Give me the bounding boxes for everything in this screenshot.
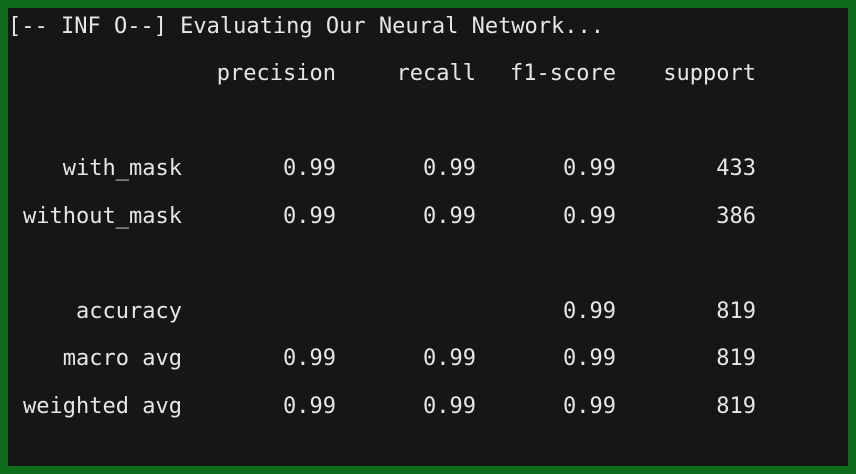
header-recall: recall [396,61,476,86]
table-row: weighted avg 0.99 0.99 0.99 819 [8,392,848,422]
f1-score-value: 0.99 [563,394,616,419]
precision-value: 0.99 [283,394,336,419]
recall-value [336,297,476,327]
support-value: 433 [716,156,756,181]
f1-score-value: 0.99 [563,346,616,371]
precision-value: 0.99 [283,346,336,371]
summary-label: weighted avg [23,394,182,419]
f1-score-value: 0.99 [563,204,616,229]
support-value: 819 [716,299,756,324]
table-row: accuracy 0.99 819 [8,297,848,327]
evaluation-log-line: [-- INF O--] Evaluating Our Neural Netwo… [8,14,605,39]
summary-label: macro avg [62,346,182,371]
f1-score-value: 0.99 [563,299,616,324]
recall-value: 0.99 [423,346,476,371]
terminal-output: [-- INF O--] Evaluating Our Neural Netwo… [8,8,848,466]
recall-value: 0.99 [423,156,476,181]
f1-score-value: 0.99 [563,156,616,181]
precision-value: 0.99 [283,156,336,181]
header-precision: precision [216,61,336,86]
summary-label: accuracy [76,299,182,324]
recall-value: 0.99 [423,394,476,419]
support-value: 819 [716,346,756,371]
table-row: without_mask 0.99 0.99 0.99 386 [8,202,848,232]
table-row: with_mask 0.99 0.99 0.99 433 [8,154,848,184]
header-support: support [663,61,756,86]
support-value: 386 [716,204,756,229]
header-f1-score: f1-score [510,61,616,86]
precision-value: 0.99 [283,204,336,229]
table-row: macro avg 0.99 0.99 0.99 819 [8,344,848,374]
class-label: with_mask [62,156,182,181]
precision-value [182,297,336,327]
report-header-row: precision recall f1-score support [8,59,848,89]
header-label [8,59,182,89]
support-value: 819 [716,394,756,419]
recall-value: 0.99 [423,204,476,229]
class-label: without_mask [23,204,182,229]
